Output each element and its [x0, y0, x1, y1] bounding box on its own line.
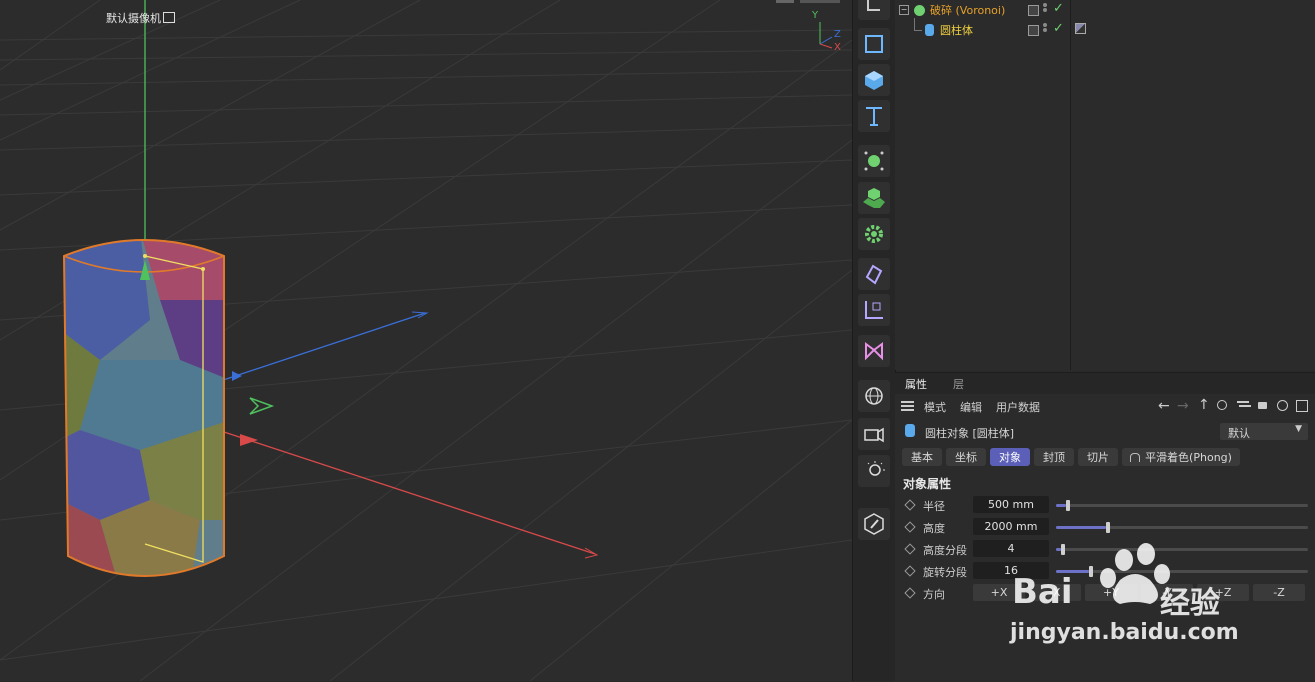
property-label: 高度分段 — [923, 544, 967, 557]
cylinder-object-icon-attr — [905, 424, 915, 437]
collapse-toggle-icon[interactable]: − — [899, 5, 909, 15]
tab-layers[interactable]: 层 — [953, 376, 964, 392]
up-arrow-icon[interactable]: ↑ — [1198, 397, 1210, 413]
object-title-line: 圆柱对象 [圆柱体] 默认 ▼ — [895, 420, 1315, 442]
object-manager-column-divider[interactable] — [1070, 0, 1071, 370]
watermark-brand: Bai — [1012, 572, 1073, 612]
height-input[interactable]: 2000 mm — [973, 518, 1049, 535]
phong-tag-icon[interactable] — [1075, 23, 1086, 34]
watermark-brand-cn: 经验 — [1160, 586, 1220, 621]
object-name-cylinder[interactable]: 圆柱体 — [940, 22, 973, 38]
object-tag-icon[interactable] — [1028, 5, 1039, 16]
attribute-tabbar: 属性 层 — [895, 373, 1315, 394]
field-icon[interactable] — [858, 335, 890, 367]
light-icon[interactable] — [858, 455, 890, 487]
object-row-voronoi[interactable]: − 破碎 (Voronoi) — [899, 1, 1005, 19]
property-label: 方向 — [923, 588, 945, 601]
text-icon[interactable] — [858, 100, 890, 132]
forward-arrow-icon[interactable]: → — [1177, 398, 1189, 414]
subtab-slice[interactable]: 切片 — [1078, 448, 1118, 466]
menu-mode[interactable]: 模式 — [924, 399, 946, 415]
keyframe-diamond-icon[interactable] — [904, 565, 916, 577]
object-row-cylinder[interactable]: 圆柱体 — [925, 21, 973, 39]
voronoi-object-icon — [914, 4, 925, 16]
viewport-header-handle-2[interactable] — [800, 0, 840, 3]
rectangle-spline-icon[interactable] — [858, 28, 890, 60]
keyframe-diamond-icon[interactable] — [904, 587, 916, 599]
cube-icon[interactable] — [858, 64, 890, 96]
slider-handle[interactable] — [1106, 522, 1110, 533]
phong-icon — [1130, 452, 1141, 462]
tool-palette — [852, 0, 896, 681]
property-label: 旋转分段 — [923, 566, 967, 579]
enabled-check-icon[interactable]: ✓ — [1053, 1, 1064, 16]
property-row-height: 高度 2000 mm — [895, 517, 1315, 537]
keyframe-diamond-icon[interactable] — [904, 543, 916, 555]
new-window-icon[interactable] — [1296, 400, 1308, 412]
watermark-url: jingyan.baidu.com — [1010, 620, 1239, 645]
property-label: 半径 — [923, 500, 945, 513]
property-label: 高度 — [923, 522, 945, 535]
target-icon[interactable] — [1277, 400, 1288, 411]
cloner-icon[interactable] — [858, 145, 890, 177]
object-manager: − 破碎 (Voronoi) ✓ 圆柱体 ✓ — [895, 0, 1315, 370]
radius-slider[interactable] — [1056, 500, 1308, 511]
axis-label-x: X — [834, 42, 841, 53]
height-slider[interactable] — [1056, 522, 1308, 533]
edit-pen-icon[interactable] — [858, 508, 890, 540]
voronoi-fracture-icon[interactable] — [858, 182, 890, 214]
cylinder-object-icon — [925, 24, 934, 36]
search-icon[interactable] — [1217, 400, 1227, 410]
object-tag-icon-2[interactable] — [1028, 25, 1039, 36]
object-name-voronoi[interactable]: 破碎 (Voronoi) — [930, 2, 1005, 18]
hierarchy-line-h — [914, 30, 922, 31]
menu-user-data[interactable]: 用户数据 — [996, 399, 1040, 415]
section-title: 对象属性 — [903, 477, 952, 491]
visibility-dots-icon[interactable] — [1043, 3, 1047, 15]
deformer-icon[interactable] — [858, 258, 890, 290]
lock-icon[interactable] — [1258, 402, 1267, 409]
tab-attributes[interactable]: 属性 — [905, 376, 927, 392]
visibility-dots-icon-2[interactable] — [1043, 23, 1047, 35]
radius-input[interactable]: 500 mm — [973, 496, 1049, 513]
chevron-down-icon: ▼ — [1295, 424, 1302, 434]
null-axis-icon[interactable] — [858, 294, 890, 326]
keyframe-diamond-icon[interactable] — [904, 521, 916, 533]
subtab-basic[interactable]: 基本 — [902, 448, 942, 466]
back-arrow-icon[interactable]: ← — [1158, 398, 1170, 414]
slider-handle[interactable] — [1066, 500, 1070, 511]
gear-effector-icon[interactable] — [858, 218, 890, 250]
3d-viewport[interactable]: 默认摄像机 Y Z X — [0, 0, 852, 681]
viewport-header-handle[interactable] — [776, 0, 794, 3]
subtab-caps[interactable]: 封顶 — [1034, 448, 1074, 466]
preset-dropdown[interactable]: 默认 ▼ — [1220, 423, 1308, 440]
camera-toggle-icon[interactable] — [163, 12, 175, 23]
hierarchy-line — [914, 18, 915, 30]
enabled-check-icon-2[interactable]: ✓ — [1053, 21, 1064, 36]
subtab-coord[interactable]: 坐标 — [946, 448, 986, 466]
camera-label[interactable]: 默认摄像机 — [106, 10, 175, 26]
axis-label-y: Y — [812, 10, 819, 21]
filter-icon[interactable] — [1237, 401, 1249, 403]
subtab-object[interactable]: 对象 — [990, 448, 1030, 466]
viewport-grid — [0, 0, 852, 681]
preset-value: 默认 — [1228, 427, 1250, 440]
axis-label-z: Z — [834, 29, 841, 40]
property-row-radius: 半径 500 mm — [895, 495, 1315, 515]
sky-globe-icon[interactable] — [858, 380, 890, 412]
menu-edit[interactable]: 编辑 — [960, 399, 982, 415]
attribute-menubar: 模式 编辑 用户数据 ← → ↑ — [895, 395, 1315, 417]
subtab-phong[interactable]: 平滑着色(Phong) — [1122, 448, 1240, 466]
hamburger-menu-icon[interactable] — [901, 401, 914, 403]
keyframe-diamond-icon[interactable] — [904, 499, 916, 511]
object-title: 圆柱对象 [圆柱体] — [925, 427, 1015, 440]
cursor-icon[interactable] — [858, 0, 890, 20]
camera-icon[interactable] — [858, 418, 890, 450]
